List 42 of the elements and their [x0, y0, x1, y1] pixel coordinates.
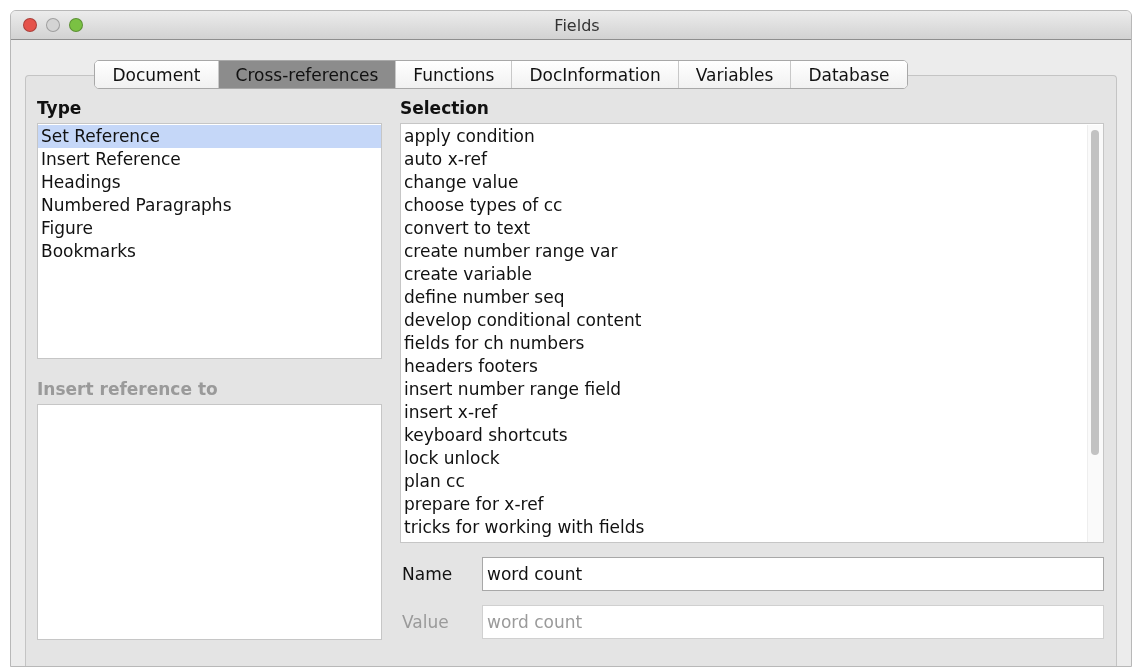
list-item[interactable]: Figure [38, 217, 381, 240]
section-heading: Insert reference to [37, 379, 219, 401]
list-item[interactable]: Headings [38, 171, 381, 194]
list-item[interactable]: choose types of cc [401, 194, 1087, 217]
tab[interactable]: Cross-references [217, 61, 396, 88]
list-item[interactable]: tricks for working with fields [401, 516, 1087, 539]
zoom-icon[interactable] [69, 18, 83, 32]
list-item[interactable]: develop conditional content [401, 309, 1087, 332]
field-label: Value [401, 612, 450, 632]
list-item[interactable]: change value [401, 171, 1087, 194]
list-item[interactable]: define number seq [401, 286, 1087, 309]
field-label: Name [401, 564, 454, 584]
minimize-icon[interactable] [46, 18, 60, 32]
tab[interactable]: Functions [395, 61, 512, 88]
scrollbar-thumb[interactable] [1091, 130, 1099, 455]
list-item[interactable]: prepare for x-ref [401, 493, 1087, 516]
tab[interactable]: Document [95, 61, 218, 88]
tab[interactable]: Database [790, 61, 907, 88]
list-item[interactable]: Bookmarks [38, 240, 381, 263]
list-item[interactable]: create variable [401, 263, 1087, 286]
list-item[interactable]: insert x-ref [401, 401, 1087, 424]
list-item[interactable]: lock unlock [401, 447, 1087, 470]
scrollbar[interactable] [1087, 125, 1103, 542]
tab[interactable]: DocInformation [511, 61, 678, 88]
text-field[interactable]: word count [482, 557, 1104, 591]
list-item[interactable]: plan cc [401, 470, 1087, 493]
list-item[interactable]: Numbered Paragraphs [38, 194, 381, 217]
window-title: Fields [554, 15, 600, 35]
list-item[interactable]: insert number range field [401, 378, 1087, 401]
section-heading: Type [37, 98, 83, 120]
close-icon[interactable] [23, 18, 37, 32]
list-item[interactable]: fields for ch numbers [401, 332, 1087, 355]
list-item[interactable]: Insert Reference [38, 148, 381, 171]
list-item[interactable]: keyboard shortcuts [401, 424, 1087, 447]
list-item[interactable]: auto x-ref [401, 148, 1087, 171]
list-item[interactable]: apply condition [401, 125, 1087, 148]
list-item[interactable]: headers footers [401, 355, 1087, 378]
list-item[interactable]: create number range var [401, 240, 1087, 263]
list-item[interactable]: convert to text [401, 217, 1087, 240]
list-item[interactable]: Set Reference [38, 125, 381, 148]
tab[interactable]: Variables [677, 61, 791, 88]
section-heading: Selection [400, 98, 490, 120]
